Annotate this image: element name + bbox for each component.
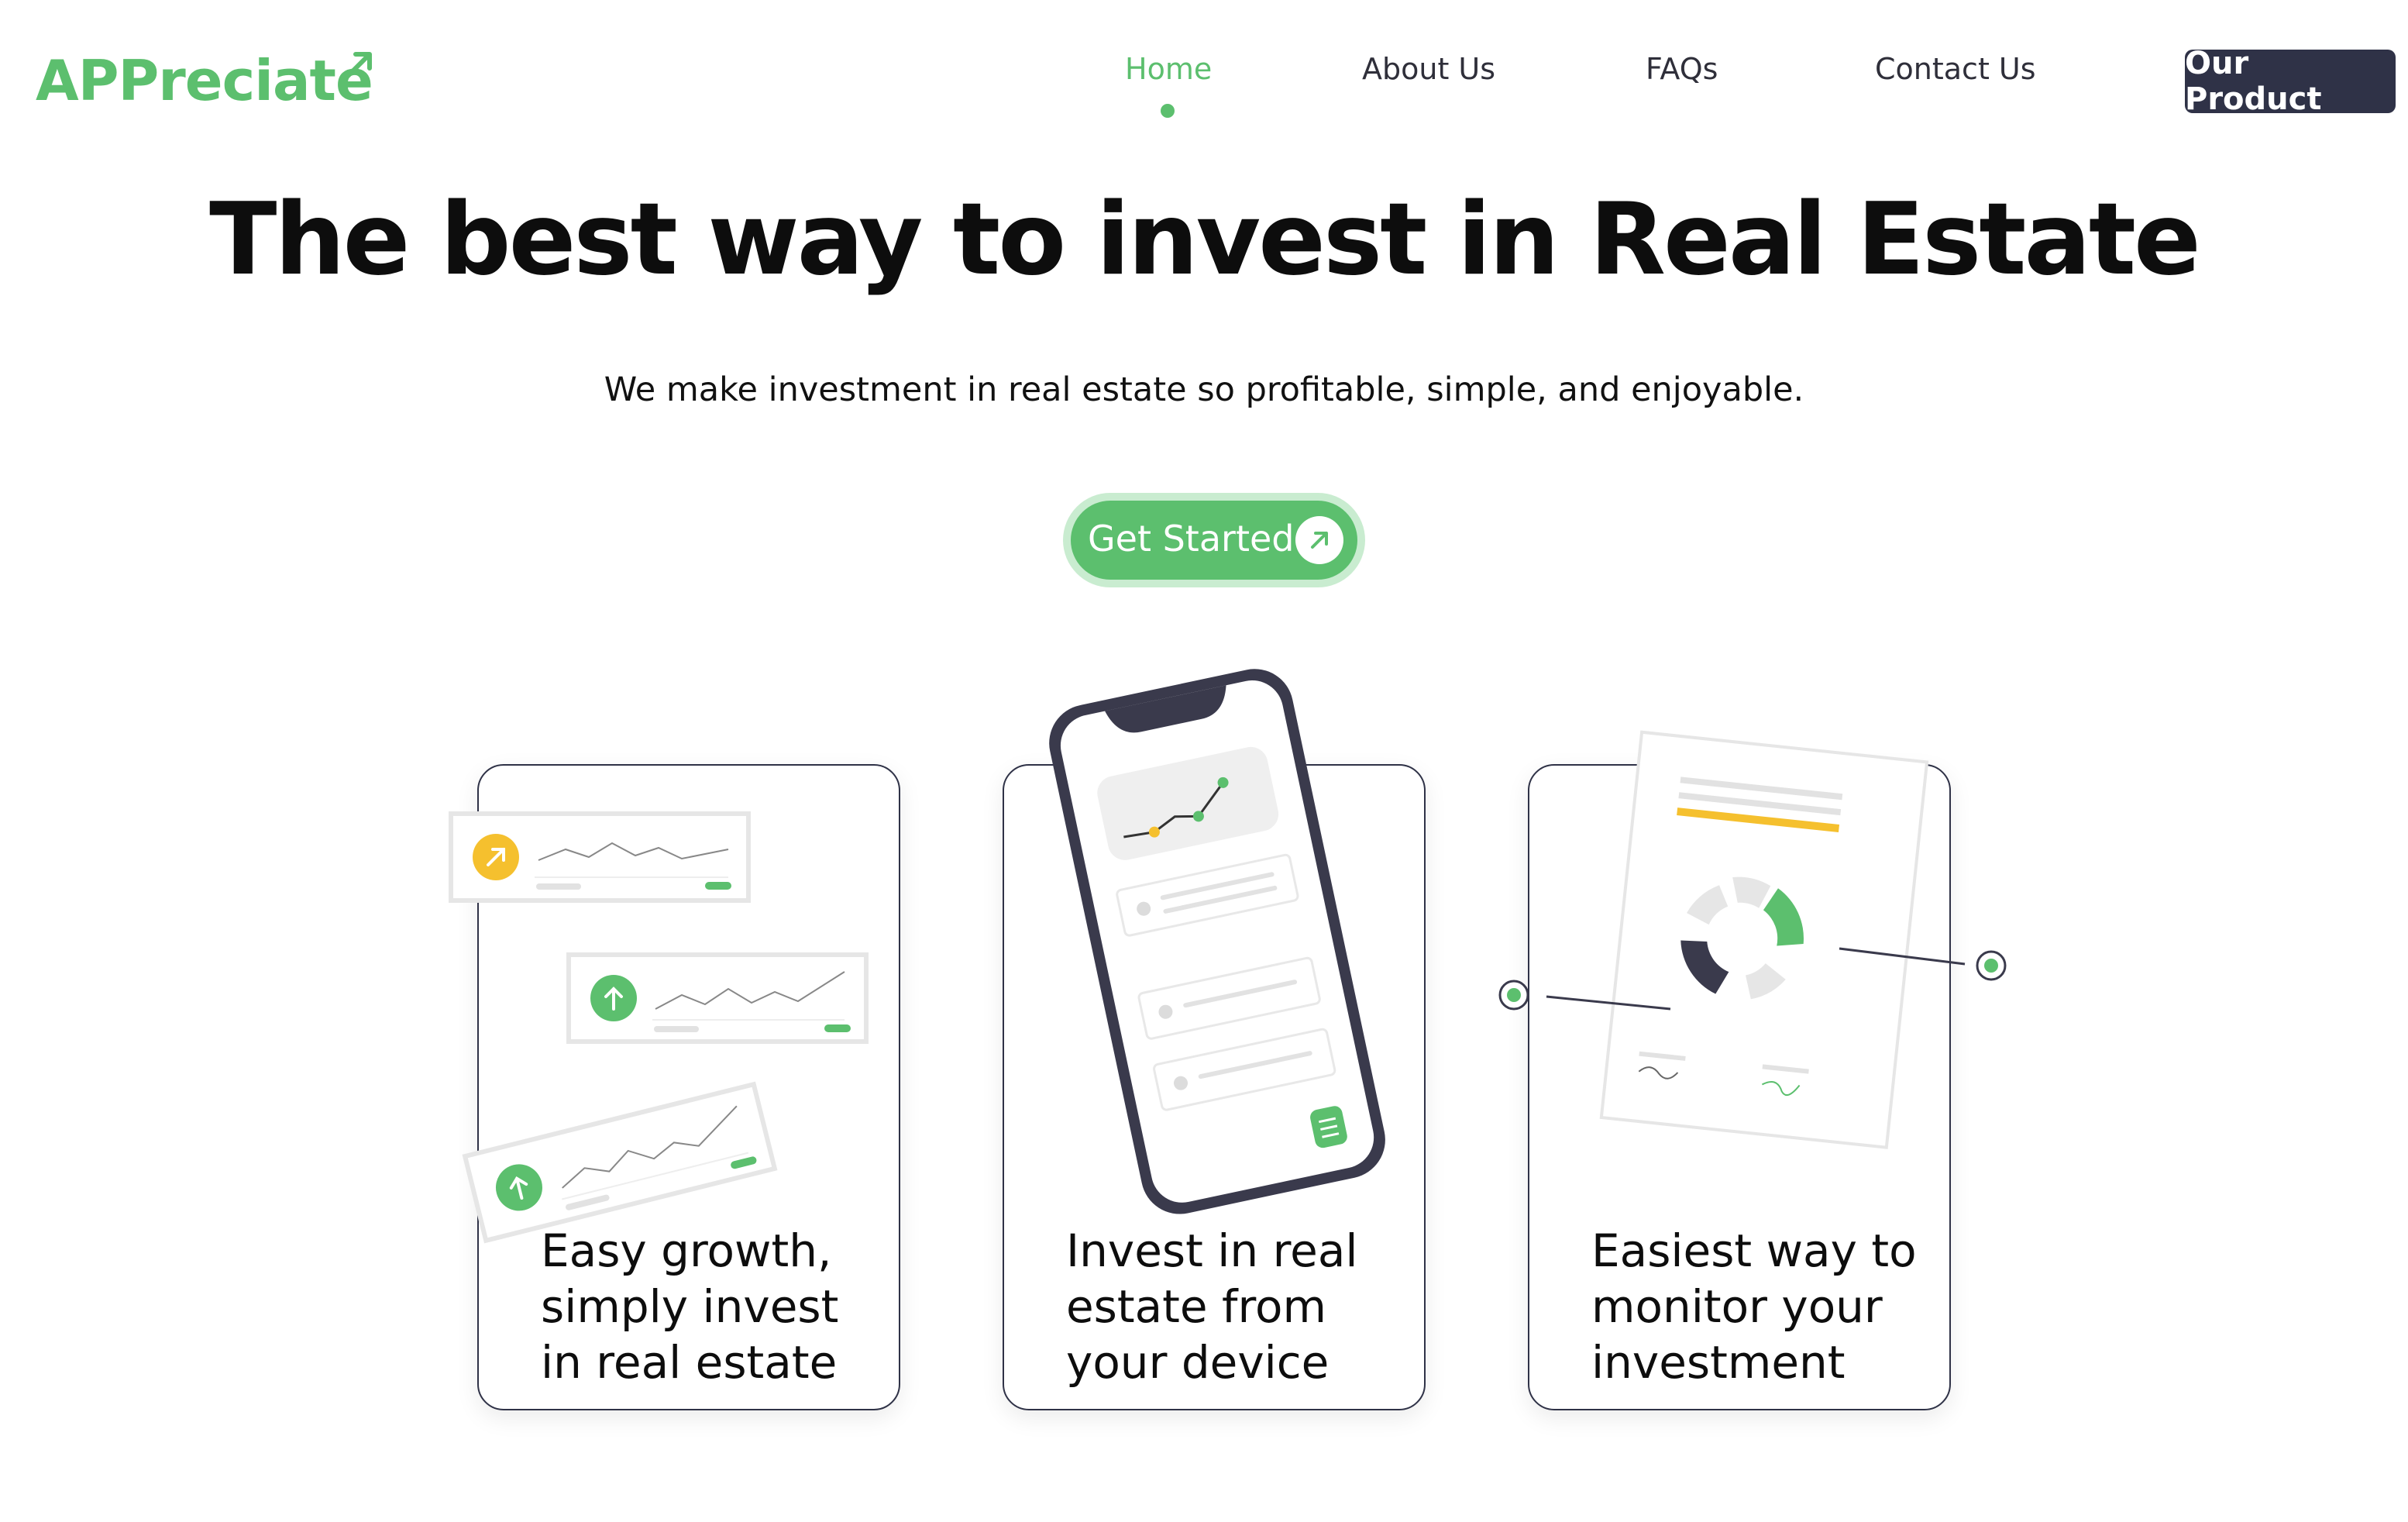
feature-card-text: Invest in real estate from your device bbox=[1066, 1224, 1358, 1389]
brand-name: APPreciate bbox=[36, 48, 373, 113]
nav-home[interactable]: Home bbox=[1125, 54, 1212, 84]
arrow-up-right-icon bbox=[1295, 516, 1343, 564]
active-indicator-dot bbox=[1161, 104, 1175, 118]
hero-title: The best way to invest in Real Estate bbox=[209, 182, 2201, 298]
hero-subtitle: We make investment in real estate so pro… bbox=[604, 370, 1804, 409]
smartphone-illustration bbox=[1049, 669, 1385, 1214]
feature-card-text: Easiest way to monitor your investment bbox=[1591, 1224, 1917, 1389]
get-started-button[interactable]: Get Started bbox=[1071, 501, 1357, 580]
report-document-illustration bbox=[1498, 730, 2007, 1149]
get-started-label: Get Started bbox=[1088, 518, 1295, 560]
get-started-button-halo: Get Started bbox=[1063, 493, 1365, 587]
growth-arrow-icon bbox=[345, 52, 372, 78]
feature-card-text: Easy growth, simply invest in real estat… bbox=[541, 1224, 839, 1389]
nav-contact-us[interactable]: Contact Us bbox=[1875, 54, 2036, 84]
brand-logo[interactable]: APPreciate bbox=[36, 52, 373, 108]
growth-charts-illustration bbox=[449, 811, 869, 1244]
nav-about-us[interactable]: About Us bbox=[1362, 54, 1495, 84]
nav-faqs[interactable]: FAQs bbox=[1646, 54, 1718, 84]
our-product-button[interactable]: Our Product bbox=[2185, 46, 2396, 117]
